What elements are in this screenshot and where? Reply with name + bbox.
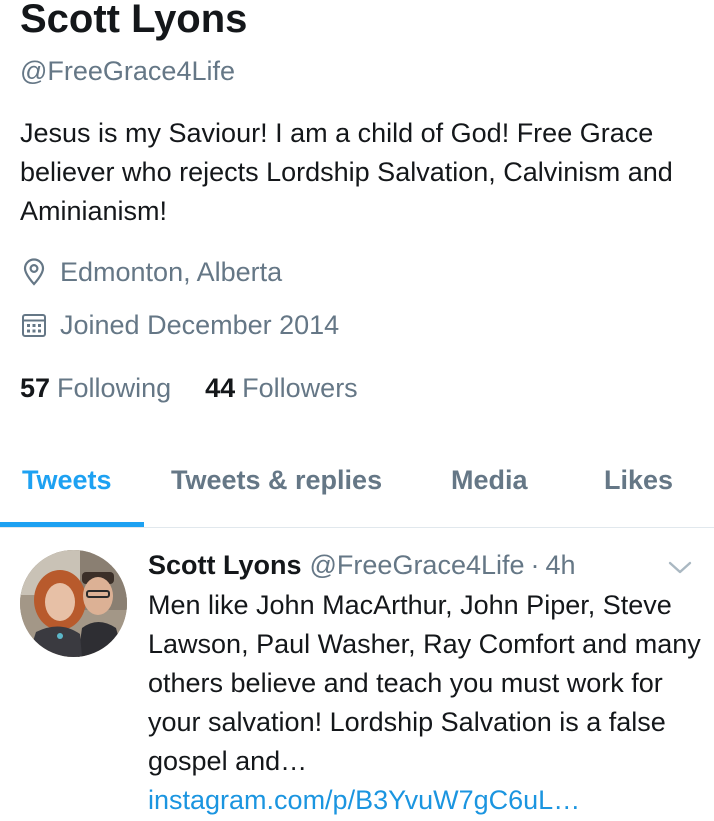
profile-location: Edmonton, Alberta xyxy=(20,256,282,288)
profile-handle: @FreeGrace4Life xyxy=(20,56,235,86)
followers-count: 44 xyxy=(205,373,236,403)
followers-stat[interactable]: 44 Followers xyxy=(205,372,358,404)
profile-tabs: Tweets Tweets & replies Media Likes xyxy=(0,440,714,528)
following-stat[interactable]: 57 Following xyxy=(20,372,171,404)
tab-tweets-and-replies[interactable]: Tweets & replies xyxy=(171,463,382,497)
joined-text: Joined December 2014 xyxy=(60,310,340,340)
tweet-text: Men like John MacArthur, John Piper, Ste… xyxy=(148,590,701,776)
tweet-author-handle[interactable]: @FreeGrace4Life xyxy=(310,550,525,580)
tab-media[interactable]: Media xyxy=(451,463,528,497)
calendar-icon xyxy=(20,311,48,339)
location-pin-icon xyxy=(20,258,48,286)
tweet-item[interactable]: Scott Lyons @FreeGrace4Life · 4h Men like J… xyxy=(0,528,714,821)
active-tab-indicator xyxy=(0,522,144,527)
tab-likes[interactable]: Likes xyxy=(604,463,673,497)
following-label: Following xyxy=(57,373,172,403)
tweet-link[interactable]: instagram.com/p/B3YvuW7gC6uL… xyxy=(148,781,704,820)
followers-label: Followers xyxy=(242,373,358,403)
avatar[interactable] xyxy=(20,550,127,657)
tweet-author-name[interactable]: Scott Lyons xyxy=(148,550,302,580)
tab-tweets[interactable]: Tweets xyxy=(22,463,112,497)
tweet-body: Men like John MacArthur, John Piper, Ste… xyxy=(148,586,704,820)
tweet-timestamp[interactable]: 4h xyxy=(546,550,576,580)
profile-joined: Joined December 2014 xyxy=(20,309,339,341)
tweet-separator: · xyxy=(530,550,540,580)
chevron-down-icon[interactable] xyxy=(667,558,693,576)
profile-bio: Jesus is my Saviour! I am a child of God… xyxy=(20,118,673,226)
profile-stats: 57 Following 44 Followers xyxy=(20,372,392,404)
location-text: Edmonton, Alberta xyxy=(60,257,283,287)
profile-display-name: Scott Lyons xyxy=(20,0,248,41)
tweet-header: Scott Lyons @FreeGrace4Life · 4h xyxy=(148,548,576,582)
following-count: 57 xyxy=(20,373,51,403)
